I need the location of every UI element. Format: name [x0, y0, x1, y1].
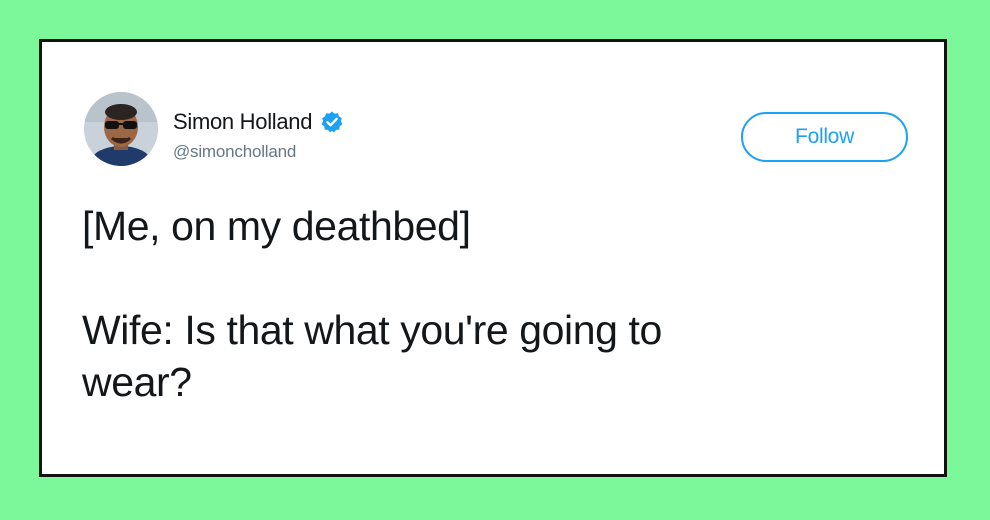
tweet-text-line: [Me, on my deathbed]: [82, 203, 471, 249]
tweet-text: [Me, on my deathbed] Wife: Is that what …: [82, 200, 882, 408]
avatar[interactable]: [84, 92, 158, 166]
tweet-card: Simon Holland @simoncholland Follow [Me,…: [39, 39, 947, 477]
author-handle[interactable]: @simoncholland: [173, 142, 296, 162]
verified-badge-icon: [320, 110, 344, 134]
follow-button[interactable]: Follow: [741, 112, 908, 162]
tweet-text-line: Wife: Is that what you're going to: [82, 307, 662, 353]
author-name-row: Simon Holland: [173, 109, 344, 135]
avatar-photo: [84, 92, 158, 166]
tweet-text-line: wear?: [82, 359, 192, 405]
author-display-name[interactable]: Simon Holland: [173, 109, 312, 135]
tweet-paragraph-gap: [82, 252, 882, 304]
